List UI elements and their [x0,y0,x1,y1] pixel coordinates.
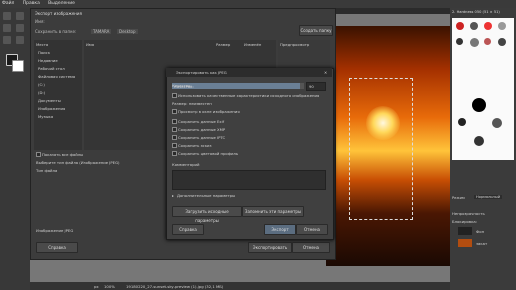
option-label: Сохранить эскиз [178,143,212,148]
place-item[interactable]: Файловая система [38,74,75,79]
brush-label: 2. Hardness 050 (51 × 51) [452,10,500,14]
lock-label: Блокировка: [452,219,477,224]
eraser-tool-icon[interactable] [16,36,24,44]
brush-dot[interactable] [470,22,478,30]
file-cancel-button[interactable]: Отмена [292,242,330,253]
col-modified: Изменён [244,42,262,47]
brush-dot[interactable] [472,98,486,112]
dialog-title: Экспорт изображения [35,11,82,16]
opacity-label: Непрозрачность [452,211,485,216]
unit-select[interactable]: px [94,284,99,289]
name-label: Имя: [35,19,45,24]
jpeg-dialog-titlebar: Экспортировать как JPEG ✕ [166,68,332,77]
option-checkbox[interactable] [172,119,177,124]
brush-dot[interactable] [498,22,506,30]
file-type-item[interactable]: Изображение JPEG [36,228,73,233]
quality-spinbox[interactable]: 90 [306,82,326,91]
toolbox [0,8,30,290]
brush-dot[interactable] [470,38,479,47]
brush-dot[interactable] [484,22,492,30]
selection-marquee [349,78,413,220]
quality-value: 90 [309,84,314,89]
quality-label: Качество: [172,83,192,88]
place-item[interactable]: (C:) [38,82,45,87]
option-checkbox[interactable] [172,143,177,148]
preview-label: Просмотр в окне изображения [178,109,240,114]
jpeg-cancel-button[interactable]: Отмена [296,224,328,235]
option-checkbox[interactable] [172,135,177,140]
brush-dot[interactable] [474,136,484,146]
save-defaults-button[interactable]: Запомнить эти параметры [242,206,304,217]
file-help-button[interactable]: Справка [36,242,78,253]
zoom-select[interactable]: 100% [104,284,115,289]
menu-bar: Файл Правка Выделение [0,0,516,8]
brush-dot[interactable] [484,38,491,45]
brush-dot[interactable] [458,118,466,126]
use-original-quality-checkbox[interactable] [172,93,177,98]
place-item[interactable]: Документы [38,98,61,103]
load-defaults-button[interactable]: Загрузить исходные параметры [172,206,242,223]
lasso-tool-icon[interactable] [3,24,11,32]
path-segment[interactable]: Desktop [117,29,138,34]
file-export-button[interactable]: Экспортировать [248,242,292,253]
mode-label: Режим [452,196,465,200]
close-icon[interactable]: ✕ [324,70,327,75]
col-size: Размер [216,42,231,47]
layer-name[interactable]: закат [476,241,487,246]
select-tool-icon[interactable] [16,12,24,20]
menu-file[interactable]: Файл [0,0,14,8]
places-header: Места [36,42,49,47]
brush-dot[interactable] [492,118,502,128]
layer-thumb[interactable] [458,239,472,247]
file-type-header: Тип файла [36,168,58,173]
brushes-grid[interactable] [452,18,514,160]
option-label: Сохранить данные XMP [178,127,226,132]
crop-tool-icon[interactable] [16,24,24,32]
layer-thumb[interactable] [458,227,472,235]
bg-color-swatch[interactable] [12,60,24,72]
path-segment[interactable]: TAMARA [91,29,112,34]
show-all-files-label: Показать все файлы [42,152,84,157]
option-label: Сохранить данные IPTC [178,135,226,140]
layer-name[interactable]: Фон [476,229,484,234]
brush-tool-icon[interactable] [3,36,11,44]
place-item[interactable]: Музыка [38,114,53,119]
place-item[interactable]: Недавние [38,58,58,63]
jpeg-dialog-title: Экспортировать как JPEG [176,70,227,75]
brush-dot[interactable] [456,38,463,45]
size-label: Размер: неизвестен [172,101,212,106]
place-item[interactable]: Рабочий стол [38,66,65,71]
status-info: 19180220_27-sunset-sky-preview (1).jpg (… [126,284,224,289]
jpeg-export-button[interactable]: Экспорт [264,224,296,235]
use-original-quality-label: Использовать качественные характеристики… [178,93,320,98]
save-to-folder-label: Сохранить в папке: [35,29,77,34]
menu-edit[interactable]: Правка [21,0,40,8]
jpeg-help-button[interactable]: Справка [172,224,204,235]
status-bar: px 100% 19180220_27-sunset-sky-preview (… [30,282,450,290]
option-label: Сохранить цветовой профиль [178,151,239,156]
preview-label: Предпросмотр [280,42,310,47]
place-item[interactable]: Поиск [38,50,50,55]
brush-dot[interactable] [498,38,506,46]
comment-textarea[interactable] [172,170,326,190]
places-panel: Места Поиск Недавние Рабочий стол Файлов… [34,40,82,150]
move-tool-icon[interactable] [3,12,11,20]
menu-select[interactable]: Выделение [46,0,75,8]
select-file-type[interactable]: Выберите тип файла (Изображение JPEG) [36,160,120,165]
show-all-files-checkbox[interactable] [36,152,41,157]
place-item[interactable]: Изображения [38,106,65,111]
option-label: Сохранить данные Exif [178,119,225,124]
advanced-expander-icon[interactable]: ▸ [172,193,174,198]
col-name: Имя [86,42,94,47]
advanced-label[interactable]: Дополнительные параметры [177,193,235,198]
option-checkbox[interactable] [172,151,177,156]
mode-select[interactable]: Нормальный [474,195,503,199]
preview-checkbox[interactable] [172,109,177,114]
comment-label: Комментарий [172,162,200,167]
place-item[interactable]: (D:) [38,90,45,95]
option-checkbox[interactable] [172,127,177,132]
create-folder-button[interactable]: Создать папку [299,25,333,36]
brush-dot[interactable] [456,22,464,30]
layers-panel: Непрозрачность Блокировка: Фон закат [450,205,516,290]
